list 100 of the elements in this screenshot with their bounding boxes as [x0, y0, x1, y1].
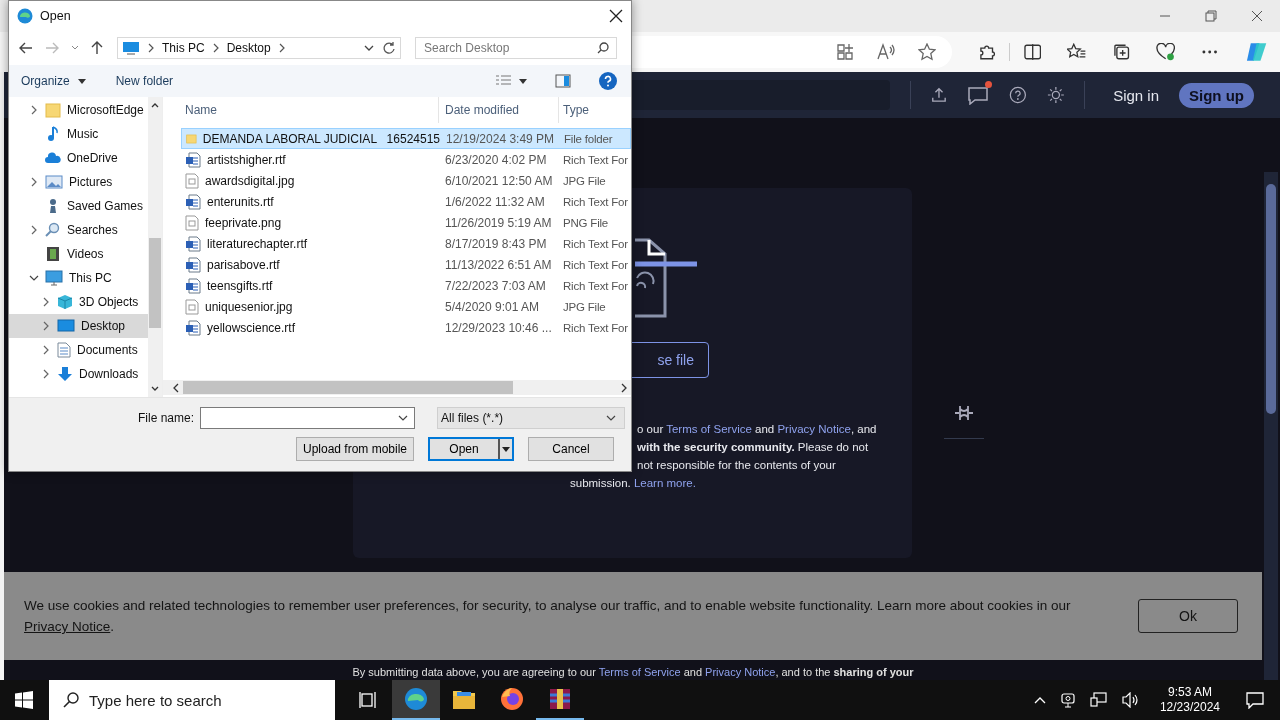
- chat-icon[interactable]: [966, 85, 989, 105]
- chevron-right-icon[interactable]: [148, 43, 154, 53]
- chevron-right-icon[interactable]: [31, 177, 37, 187]
- upload-from-mobile-button[interactable]: Upload from mobile: [296, 437, 414, 461]
- network-icon[interactable]: [1089, 692, 1108, 708]
- column-header[interactable]: Name: [163, 97, 439, 123]
- navigation-item[interactable]: Videos: [9, 242, 148, 266]
- navigation-item[interactable]: Pictures: [9, 170, 148, 194]
- privacy-link[interactable]: Privacy Notice: [24, 619, 111, 634]
- link[interactable]: Terms of Service: [666, 423, 752, 435]
- preview-pane-icon[interactable]: [555, 74, 571, 88]
- file-row[interactable]: yellowscience.rtf 12/29/2023 10:46 ... Rich Text For: [181, 317, 631, 338]
- sign-in-link[interactable]: Sign in: [1113, 86, 1159, 104]
- breadcrumb-bar[interactable]: This PC Desktop: [117, 37, 401, 59]
- help-icon[interactable]: [1008, 85, 1027, 105]
- file-row[interactable]: DEMANDA LABORAL JUDICIAL 16524515 12/19/2024 3:49 PM File folder: [181, 128, 631, 149]
- date-modified: 11/26/2019 5:19 AM: [444, 215, 553, 230]
- sign-up-button[interactable]: Sign up: [1179, 82, 1254, 108]
- scroll-up-icon[interactable]: [151, 102, 159, 108]
- close-icon[interactable]: [609, 9, 623, 23]
- link[interactable]: Terms of Service: [598, 666, 681, 678]
- navigation-item[interactable]: This PC: [9, 266, 148, 290]
- help-icon[interactable]: [599, 72, 617, 90]
- file-row[interactable]: feeprivate.png 11/26/2019 5:19 AM PNG File: [181, 212, 631, 233]
- chevron-right-icon[interactable]: [43, 297, 49, 307]
- navigation-item[interactable]: Saved Games: [9, 194, 148, 218]
- notification-icon[interactable]: [1246, 691, 1264, 709]
- chevron-right-icon[interactable]: [43, 321, 49, 331]
- taskbar-search-field[interactable]: Type here to search: [49, 680, 335, 720]
- column-header[interactable]: Date modified: [439, 97, 559, 123]
- webcam-icon[interactable]: [1059, 692, 1076, 708]
- file-row[interactable]: parisabove.rtf 11/13/2022 6:51 AM Rich Text For: [181, 254, 631, 275]
- restore-icon[interactable]: [1205, 10, 1217, 22]
- favorites-icon[interactable]: [1067, 43, 1087, 61]
- up-arrow-icon[interactable]: [91, 41, 103, 55]
- ok-button[interactable]: Ok: [1138, 599, 1238, 633]
- speaker-icon[interactable]: [1121, 692, 1140, 708]
- breadcrumb-item[interactable]: Desktop: [226, 41, 271, 55]
- file-row[interactable]: enterunits.rtf 1/6/2022 11:32 AM Rich Text For: [181, 191, 631, 212]
- clock-date[interactable]: 12/23/2024: [1159, 700, 1220, 715]
- navigation-item[interactable]: MicrosoftEdge: [9, 98, 148, 122]
- star-icon[interactable]: [917, 43, 936, 61]
- navigation-item[interactable]: Desktop: [9, 314, 148, 338]
- new-folder-button[interactable]: New folder: [113, 74, 176, 88]
- file-row[interactable]: teensgifts.rtf 7/22/2023 7:03 AM Rich Text For: [181, 275, 631, 296]
- search-field[interactable]: Search Desktop: [415, 37, 617, 59]
- navigation-item[interactable]: Searches: [9, 218, 148, 242]
- file-row[interactable]: awardsdigital.jpg 6/10/2021 12:50 AM JPG File: [181, 170, 631, 191]
- health-icon[interactable]: [1156, 43, 1176, 61]
- chevron-right-icon[interactable]: [212, 43, 219, 53]
- scrollbar-thumb[interactable]: [1266, 184, 1276, 414]
- address-bar[interactable]: [632, 36, 952, 68]
- scroll-down-icon[interactable]: [151, 386, 159, 392]
- read-aloud-icon[interactable]: [875, 43, 896, 61]
- open-dropdown-button[interactable]: [498, 439, 512, 459]
- back-arrow-icon[interactable]: [19, 42, 33, 54]
- chevron-down-icon[interactable]: [364, 45, 374, 51]
- scroll-left-icon[interactable]: [173, 382, 179, 393]
- file-type-dropdown[interactable]: All files (*.*): [437, 407, 626, 429]
- file-row[interactable]: literaturechapter.rtf 8/17/2019 8:43 PM Rich Text For: [181, 233, 631, 254]
- chevron-right-icon[interactable]: [31, 225, 37, 235]
- column-header[interactable]: Type: [559, 97, 631, 123]
- clock-time[interactable]: 9:53 AM: [1167, 685, 1212, 700]
- task-view-icon[interactable]: [359, 691, 379, 709]
- dna-icon[interactable]: [954, 404, 974, 422]
- scrollbar-thumb[interactable]: [149, 238, 161, 328]
- navigation-item[interactable]: 3D Objects: [9, 290, 148, 314]
- file-row[interactable]: artistshigher.rtf 6/23/2020 4:02 PM Rich Text For: [181, 149, 631, 170]
- copilot-icon[interactable]: [1244, 40, 1268, 64]
- open-button[interactable]: Open: [430, 439, 498, 459]
- navigation-item[interactable]: OneDrive: [9, 146, 148, 170]
- upload-icon[interactable]: [930, 86, 947, 104]
- puzzle-icon[interactable]: [977, 43, 995, 61]
- file-name-field[interactable]: [200, 407, 416, 429]
- chevron-up-icon[interactable]: [1033, 696, 1046, 704]
- sun-icon[interactable]: [1046, 85, 1065, 105]
- scroll-right-icon[interactable]: [621, 382, 627, 393]
- breadcrumb-item[interactable]: This PC: [162, 41, 205, 55]
- navigation-item[interactable]: Documents: [9, 338, 148, 362]
- file-row[interactable]: uniquesenior.jpg 5/4/2020 9:01 AM JPG File: [181, 296, 631, 317]
- split-screen-icon[interactable]: [1023, 43, 1042, 61]
- windows-start-icon[interactable]: [15, 691, 33, 709]
- chevron-right-icon[interactable]: [43, 369, 49, 379]
- taskbar-app[interactable]: [392, 680, 440, 720]
- chevron-right-icon[interactable]: [43, 345, 49, 355]
- link[interactable]: Privacy Notice: [777, 423, 851, 435]
- cancel-button[interactable]: Cancel: [528, 437, 614, 461]
- close-icon[interactable]: [1251, 10, 1263, 22]
- chevron-right-icon[interactable]: [278, 43, 285, 53]
- chevron-down-icon[interactable]: [29, 275, 39, 281]
- collections-icon[interactable]: [1112, 43, 1131, 61]
- caret-icon[interactable]: [519, 78, 527, 84]
- refresh-icon[interactable]: [382, 41, 396, 55]
- link[interactable]: Learn more.: [633, 477, 696, 489]
- navigation-item[interactable]: Downloads: [9, 362, 148, 386]
- navigation-item[interactable]: Music: [9, 122, 148, 146]
- apps-icon[interactable]: [835, 43, 854, 61]
- chevron-right-icon[interactable]: [31, 105, 37, 115]
- scrollbar-thumb[interactable]: [183, 381, 513, 394]
- organize-menu[interactable]: Organize: [19, 74, 72, 88]
